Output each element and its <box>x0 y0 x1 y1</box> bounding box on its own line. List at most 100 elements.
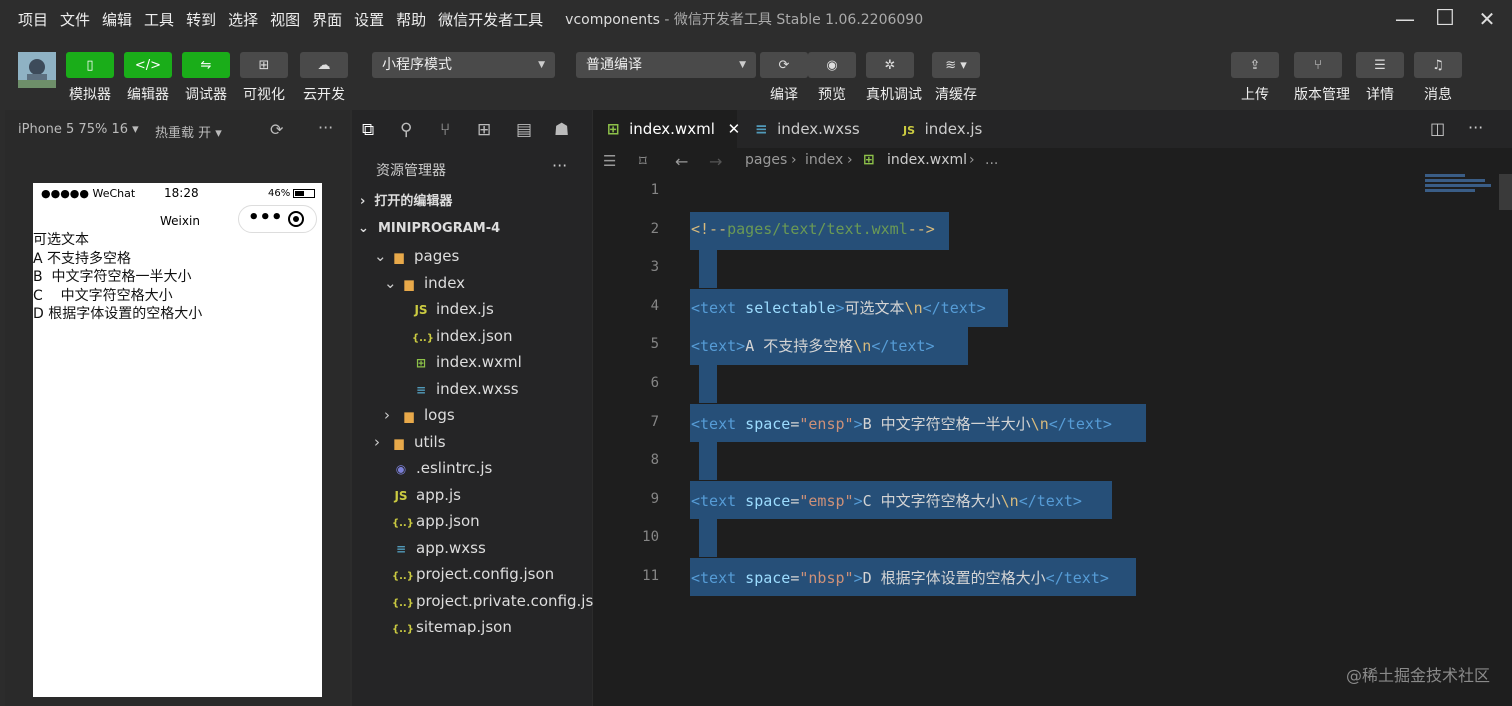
close-circle-icon[interactable] <box>288 211 304 227</box>
code-line[interactable]: <text space="ensp">B 中文字符空格一半大小\n</text> <box>691 413 1112 434</box>
avatar[interactable] <box>18 52 56 88</box>
maximize-icon[interactable]: ☐ <box>1430 6 1460 32</box>
editor-tool[interactable]: </> 编辑器 <box>124 52 172 104</box>
menu-settings[interactable]: 设置 <box>354 9 384 30</box>
capsule-button[interactable]: ••• <box>238 205 317 233</box>
scrollbar[interactable] <box>1499 174 1512 210</box>
tree-item-app-json[interactable]: {..} app.json <box>392 508 480 534</box>
tree-item--eslintrc-js[interactable]: ◉ .eslintrc.js <box>392 455 493 481</box>
tab-index-wxss[interactable]: ≡ index.wxss <box>741 110 885 148</box>
activity-bar: ⧉ ⚲ ⑂ ⊞ ▤ ☗ <box>352 110 592 150</box>
menu-help[interactable]: 帮助 <box>396 9 426 30</box>
chevron-down-icon: ⌄ <box>374 247 387 265</box>
breadcrumb-item[interactable]: index.wxml <box>887 152 967 168</box>
tree-item-index-json[interactable]: {..} index.json <box>412 323 512 349</box>
menu-edit[interactable]: 编辑 <box>102 9 132 30</box>
tree-item-app-js[interactable]: JS app.js <box>392 482 461 508</box>
tree-item-index-wxss[interactable]: ≡ index.wxss <box>412 376 519 402</box>
database-icon[interactable]: ▤ <box>516 120 532 140</box>
tree-item-label: app.json <box>416 512 480 530</box>
selection-highlight <box>699 519 717 557</box>
menu-project[interactable]: 项目 <box>18 9 48 30</box>
hot-reload-select[interactable]: 热重载 开 ▾ <box>155 122 222 141</box>
line-number: 10 <box>642 529 659 546</box>
files-icon[interactable]: ⧉ <box>362 120 374 140</box>
minimap[interactable] <box>1425 174 1495 194</box>
device-select[interactable]: iPhone 5 75% 16 ▾ <box>18 122 139 137</box>
forward-arrow-icon[interactable]: → <box>709 152 722 171</box>
tree-item-index-wxml[interactable]: ⊞ index.wxml <box>412 349 522 375</box>
layout-icon: ⊞ <box>240 52 288 78</box>
tree-item-utils[interactable]: › ▆ utils <box>374 429 446 455</box>
tree-item-index-js[interactable]: JS index.js <box>412 296 493 322</box>
mode-select[interactable]: 小程序模式 ▼ <box>372 52 555 78</box>
selection-highlight <box>699 442 717 480</box>
cloud-tool[interactable]: ☁ 云开发 <box>300 52 348 104</box>
tree-item-logs[interactable]: › ▆ logs <box>384 402 455 428</box>
menu-interface[interactable]: 界面 <box>312 9 342 30</box>
debugger-tool[interactable]: ⇋ 调试器 <box>182 52 230 104</box>
tree-item-label: .eslintrc.js <box>416 459 493 477</box>
menu-tools[interactable]: 工具 <box>144 9 174 30</box>
code-line[interactable]: <text space="nbsp">D 根据字体设置的空格大小</text> <box>691 567 1109 588</box>
code-icon: </> <box>124 52 172 78</box>
tree-item-label: utils <box>414 432 446 451</box>
docker-icon[interactable]: ☗ <box>554 120 569 140</box>
more-icon[interactable]: ··· <box>1468 118 1483 137</box>
more-icon[interactable]: ··· <box>552 156 567 175</box>
menu-file[interactable]: 文件 <box>60 9 90 30</box>
tree-item-app-wxss[interactable]: ≡ app.wxss <box>392 535 486 561</box>
details-tool[interactable]: ☰ 详情 <box>1356 52 1404 104</box>
code-line[interactable]: <text>A 不支持多空格\n</text> <box>691 335 935 356</box>
rotate-icon[interactable]: ⟳ <box>270 120 283 139</box>
preview-tool[interactable]: ◉ 预览 <box>808 52 856 104</box>
compile-select[interactable]: 普通编译 ▼ <box>576 52 756 78</box>
close-tab-icon[interactable]: ✕ <box>728 120 741 138</box>
phone-icon: ▯ <box>66 52 114 78</box>
simulator-tool[interactable]: ▯ 模拟器 <box>66 52 114 104</box>
messages-tool[interactable]: ♫ 消息 <box>1414 52 1462 104</box>
phone-screen: ●●●●● WeChat 18:28 46% Weixin ••• 可选文本 A… <box>33 183 322 697</box>
tab-index-js[interactable]: JS index.js <box>889 110 1031 148</box>
tree-item-sitemap-json[interactable]: {..} sitemap.json <box>392 614 512 640</box>
breadcrumb-item[interactable]: pages <box>745 152 787 168</box>
tree-item-project-private-config-js-[interactable]: {..} project.private.config.js... <box>392 588 608 614</box>
open-editors-section[interactable]: › 打开的编辑器 <box>360 189 452 215</box>
tree-item-project-config-json[interactable]: {..} project.config.json <box>392 561 554 587</box>
project-section[interactable]: ⌄ MINIPROGRAM-4 <box>358 216 500 242</box>
back-arrow-icon[interactable]: ← <box>675 152 688 171</box>
tree-item-label: index.json <box>436 326 513 345</box>
text-line: A 不支持多空格 <box>33 250 132 267</box>
more-dots-icon[interactable]: ••• <box>248 207 283 228</box>
tab-index-wxml[interactable]: ⊞ index.wxml ✕ <box>593 110 740 148</box>
upload-tool[interactable]: ⇪ 上传 <box>1231 52 1279 104</box>
simulator-label: 模拟器 <box>69 87 111 103</box>
menu-wechat-devtools[interactable]: 微信开发者工具 <box>438 9 543 30</box>
breadcrumb-item[interactable]: ... <box>985 152 998 168</box>
text-line: D 根据字体设置的空格大小 <box>33 306 203 322</box>
more-icon[interactable]: ··· <box>318 118 333 137</box>
clear-cache-tool[interactable]: ≋ ▾ 清缓存 <box>932 52 980 104</box>
search-icon[interactable]: ⚲ <box>400 120 412 140</box>
code-line[interactable]: <text space="emsp">C 中文字符空格大小\n</text> <box>691 490 1082 511</box>
bookmark-icon[interactable]: ⌑ <box>639 152 647 170</box>
breadcrumb-item[interactable]: index <box>805 152 843 168</box>
tree-item-index[interactable]: ⌄ ▆ index <box>384 270 465 296</box>
code-line[interactable]: <text selectable>可选文本\n</text> <box>691 297 986 318</box>
code-line[interactable]: <!--pages/text/text.wxml--> <box>691 220 935 238</box>
extensions-icon[interactable]: ⊞ <box>477 120 491 140</box>
close-window-icon[interactable]: ✕ <box>1472 6 1502 32</box>
text-line: C 中文字符空格大小 <box>33 287 173 304</box>
split-editor-icon[interactable]: ◫ <box>1430 119 1445 138</box>
device-debug-tool[interactable]: ✲ 真机调试 <box>866 52 922 104</box>
visual-tool[interactable]: ⊞ 可视化 <box>240 52 288 104</box>
tree-item-pages[interactable]: ⌄ ▆ pages <box>374 243 459 269</box>
menu-view[interactable]: 视图 <box>270 9 300 30</box>
compile-tool[interactable]: ⟳ 编译 <box>760 52 808 104</box>
version-tool[interactable]: ⑂ 版本管理 <box>1294 52 1350 104</box>
outline-icon[interactable]: ☰ <box>603 152 616 170</box>
minimize-icon[interactable]: — <box>1390 6 1420 32</box>
menu-goto[interactable]: 转到 <box>186 9 216 30</box>
menu-select[interactable]: 选择 <box>228 9 258 30</box>
source-control-icon[interactable]: ⑂ <box>440 120 450 140</box>
